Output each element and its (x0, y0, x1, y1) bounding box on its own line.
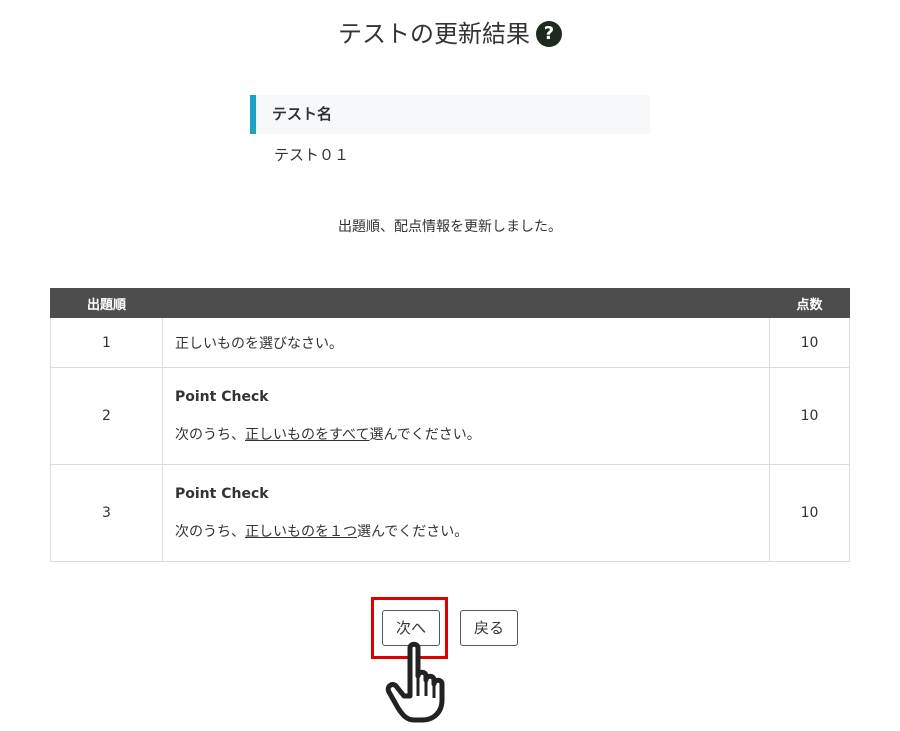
question-text-after: 選んでください。 (369, 427, 481, 443)
question-text: 次のうち、正しいものをすべて選んでください。 (175, 425, 757, 445)
page-title-text: テストの更新結果 (338, 20, 530, 48)
table-row: 1 正しいものを選びなさい。 10 (50, 317, 850, 368)
test-name-label: テスト名 (250, 95, 650, 134)
question-text-underlined: 正しいものを１つ (245, 524, 357, 540)
question-text: 正しいものを選びなさい。 (175, 335, 343, 352)
question-table: 出題順 点数 1 正しいものを選びなさい。 10 2 Point Check 次… (50, 288, 850, 562)
row-order: 1 (50, 317, 163, 368)
row-score: 10 (769, 464, 850, 562)
header-score: 点数 (769, 288, 850, 318)
back-button[interactable]: 戻る (460, 610, 518, 646)
row-order: 2 (50, 367, 163, 465)
header-order: 出題順 (50, 288, 163, 318)
row-question: Point Check 次のうち、正しいものを１つ選んでください。 (162, 464, 770, 562)
question-text: 次のうち、正しいものを１つ選んでください。 (175, 522, 757, 542)
test-name-value: テスト０１ (274, 146, 350, 164)
table-row: 3 Point Check 次のうち、正しいものを１つ選んでください。 10 (50, 464, 850, 562)
question-heading: Point Check (175, 486, 269, 502)
row-question: Point Check 次のうち、正しいものをすべて選んでください。 (162, 367, 770, 465)
row-question: 正しいものを選びなさい。 (162, 317, 770, 368)
question-heading: Point Check (175, 389, 269, 405)
table-header-row: 出題順 点数 (50, 288, 850, 318)
pointing-hand-cursor-icon (385, 641, 445, 723)
update-message: 出題順、配点情報を更新しました。 (338, 219, 562, 235)
header-question (162, 288, 770, 318)
table-row: 2 Point Check 次のうち、正しいものをすべて選んでください。 10 (50, 367, 850, 465)
row-score: 10 (769, 367, 850, 465)
question-circle-icon[interactable]: ? (536, 21, 562, 47)
row-order: 3 (50, 464, 163, 562)
question-text-after: 選んでください。 (357, 524, 469, 540)
page-title: テストの更新結果? (0, 16, 900, 51)
question-text-before: 次のうち、 (175, 524, 245, 540)
question-text-before: 次のうち、 (175, 427, 245, 443)
row-score: 10 (769, 317, 850, 368)
test-name-section: テスト名 テスト０１ (250, 95, 650, 166)
question-text-underlined: 正しいものをすべて (245, 427, 370, 443)
